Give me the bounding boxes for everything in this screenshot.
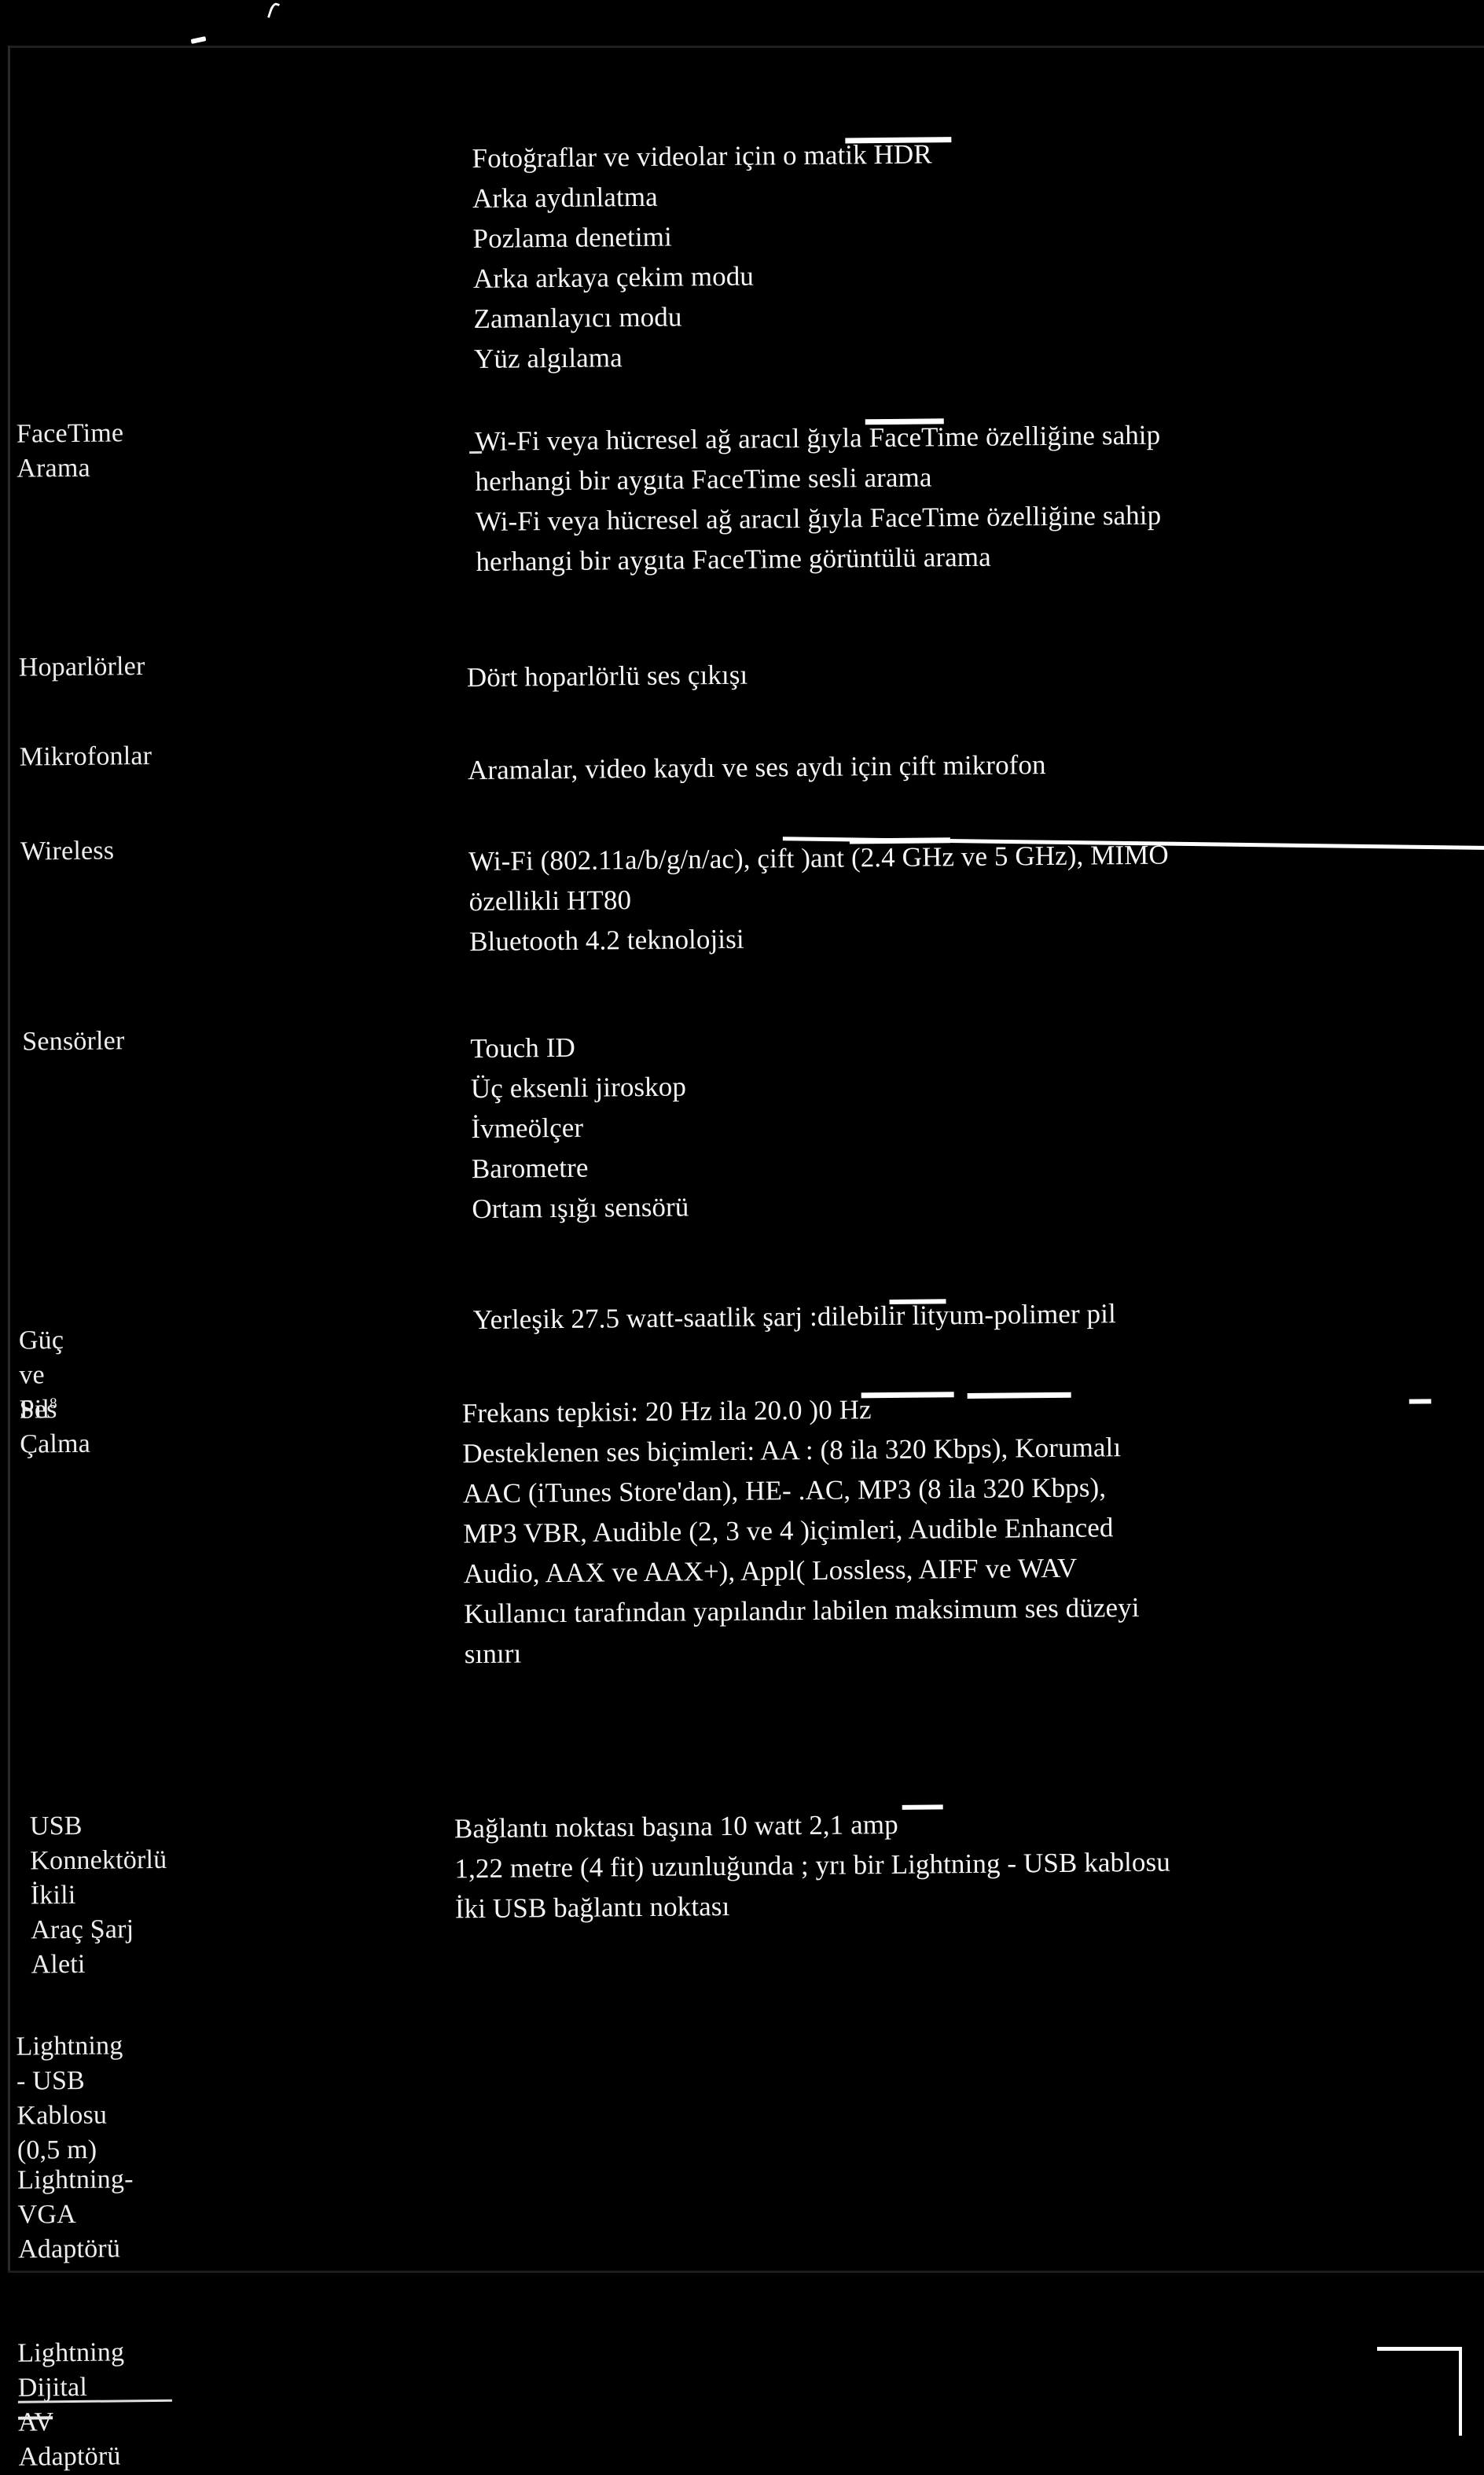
scan-artifact-bar xyxy=(845,137,952,144)
value-line: İki USB bağlantı noktası xyxy=(454,1890,730,1925)
scanned-page: Fotoğraflar ve videolar için o matik HDR… xyxy=(0,0,1484,2472)
value-line: Zamanlayıcı modu xyxy=(473,301,682,335)
value-line: Üç eksenli jiroskop xyxy=(470,1071,687,1105)
value-line: İvmeölçer xyxy=(471,1112,584,1145)
value-line: Dört hoparlörlü ses çıkışı xyxy=(466,659,748,693)
value-line: Wi-Fi veya hücresel ağ aracıl ğıyla Face… xyxy=(474,419,1161,457)
value-line: 1,22 metre (4 fit) uzunluğunda ; yrı bir… xyxy=(454,1846,1171,1885)
value-line: Arka aydınlatma xyxy=(472,181,658,215)
value-line: herhangi bir aygıta FaceTime görüntülü a… xyxy=(476,541,991,577)
row-value: Yerleşik 27.5 watt-saatlik şarj :dilebil… xyxy=(472,1293,1116,1340)
scan-artifact-tick xyxy=(469,451,483,454)
scan-artifact-dash xyxy=(1409,1399,1431,1404)
row-value: Bağlantı noktası başına 10 watt 2,1 amp … xyxy=(454,1802,1171,1929)
row-value: Touch ID Üç eksenli jiroskop İvmeölçer B… xyxy=(470,1026,689,1229)
value-line: MP3 VBR, Audible (2, 3 ve 4 )içimleri, A… xyxy=(463,1512,1114,1550)
value-line: AAC (iTunes Store'dan), HE-⁠ .AC, MP3 (8… xyxy=(462,1472,1107,1510)
scan-artifact-bar xyxy=(865,418,944,425)
value-line: Wi-Fi veya hücresel ağ aracıl ğıyla Face… xyxy=(475,499,1162,537)
row-label: Lightning - USB Kablosu (0,5 m) xyxy=(16,2031,123,2165)
row-label: Hoparlörler xyxy=(18,652,145,682)
row-label: Ses Çalma xyxy=(19,1395,91,1459)
scan-artifact-bar xyxy=(861,1392,954,1399)
row-label: Lightning Dijital AV Adaptörü xyxy=(17,2337,125,2472)
row-value: Dört hoparlörlü ses çıkışı xyxy=(467,655,748,697)
row-label: USB Konnektörlü İkili Araç Şarj Aleti xyxy=(29,1811,167,1980)
value-line: Barometre xyxy=(471,1152,589,1185)
value-line: Desteklenen ses biçimleri: AA ⁠: (8 ila … xyxy=(462,1432,1122,1469)
value-line: Touch ID xyxy=(470,1032,576,1065)
row-label: Wireless xyxy=(20,836,115,866)
specification-table: Fotoğraflar ve videolar için o matik HDR… xyxy=(0,0,1484,2472)
row-value: Frekans tepkisi: 20 Hz ila 20.0 )0 Hz De… xyxy=(462,1387,1141,1674)
value-line: herhangi bir aygıta FaceTime sesli arama xyxy=(475,462,932,497)
row-value: Fotoğraflar ve videolar için o matik HDR… xyxy=(472,134,934,379)
value-line: Bağlantı noktası başına 10 watt 2,1 amp xyxy=(454,1808,898,1844)
scan-artifact-bar xyxy=(902,1804,943,1810)
value-line: Yerleşik 27.5 watt-saatlik şarj :dilebil… xyxy=(472,1298,1116,1336)
row-value: Aramalar, video kaydı ve ses aydı için ç… xyxy=(468,745,1046,790)
value-line: özellikli HT80 xyxy=(468,884,632,918)
row-value: Wi-Fi (802.11a/b/g/n/ac), çift )ant (2.4… xyxy=(468,835,1170,962)
row-label: Lightning-VGA Adaptörü xyxy=(17,2164,134,2264)
value-line: Pozlama denetimi xyxy=(472,221,673,255)
scan-artifact-bar xyxy=(889,1299,946,1304)
row-label: Sensörler xyxy=(22,1026,125,1057)
page-corner-mark xyxy=(1377,2347,1462,2436)
value-line: Yüz algılama xyxy=(473,342,623,375)
row-value: Wi-Fi veya hücresel ağ aracıl ğıyla Face… xyxy=(475,415,1162,582)
value-line: Audio, AAX ve AAX+), Appl( Lossless, AIF… xyxy=(463,1552,1078,1590)
value-line: Arka arkaya çekim modu xyxy=(472,260,755,295)
row-label: Mikrofonlar xyxy=(19,741,152,772)
scan-artifact-tick xyxy=(18,2416,53,2420)
value-line: Bluetooth 4.2 teknolojisi xyxy=(468,923,744,958)
scan-artifact-bar xyxy=(967,1392,1071,1399)
value-line: Aramalar, video kaydı ve ses aydı için ç… xyxy=(467,749,1046,786)
value-line: Kullanıcı tarafından yapılandır labilen … xyxy=(464,1591,1140,1630)
value-line: sınırı xyxy=(464,1638,522,1670)
value-line: Ortam ışığı sensörü xyxy=(472,1191,689,1225)
row-label: FaceTime Arama xyxy=(16,418,124,484)
